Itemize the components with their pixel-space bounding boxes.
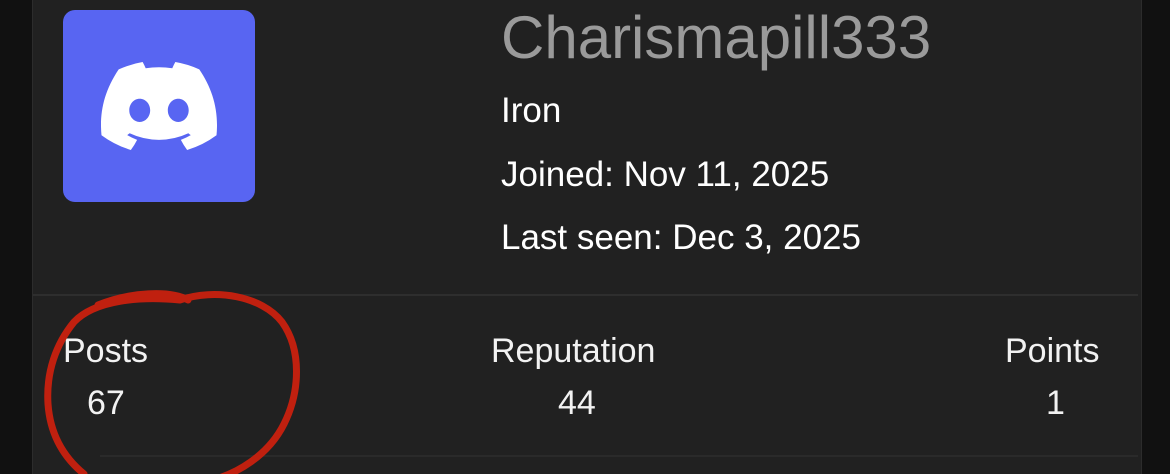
divider (33, 294, 1138, 296)
divider (100, 455, 1138, 457)
discord-logo-icon (101, 62, 217, 150)
points-label: Points (1005, 332, 1100, 370)
posts-count[interactable]: 67 (87, 383, 125, 423)
reputation-label: Reputation (491, 332, 656, 370)
reputation-count[interactable]: 44 (558, 383, 596, 423)
joined-date: Joined: Nov 11, 2025 (501, 155, 830, 194)
posts-label: Posts (63, 332, 149, 370)
points-count[interactable]: 1 (1046, 383, 1065, 423)
user-rank: Iron (501, 91, 562, 130)
last-seen-date: Last seen: Dec 3, 2025 (501, 218, 861, 257)
avatar[interactable] (63, 10, 255, 202)
username[interactable]: Charismapill333 (501, 2, 931, 74)
